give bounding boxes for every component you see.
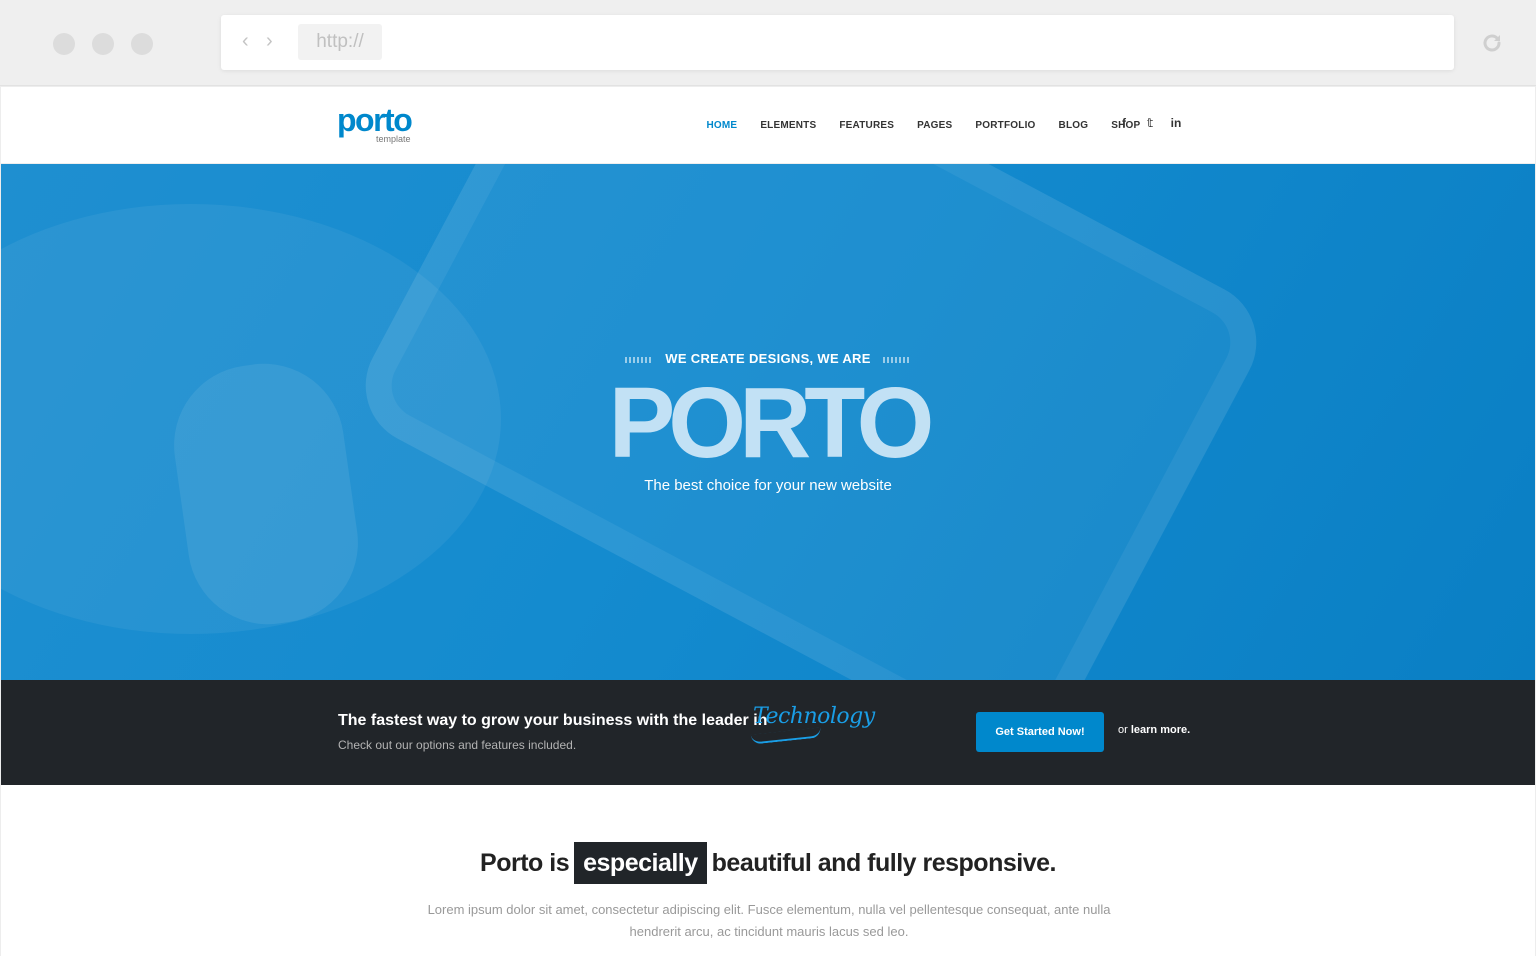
cta-script-word: Technology bbox=[753, 704, 875, 729]
url-input[interactable]: http:// bbox=[298, 24, 382, 60]
chevron-left-icon[interactable]: ‹ bbox=[242, 31, 249, 51]
menu-item-portfolio[interactable]: PORTFOLIO bbox=[964, 87, 1047, 164]
intro-paragraph: Lorem ipsum dolor sit amet, consectetur … bbox=[427, 902, 1111, 939]
linkedin-icon[interactable]: in bbox=[1169, 116, 1183, 130]
menu-item-home[interactable]: HOME bbox=[695, 87, 749, 164]
menu-item-elements[interactable]: ELEMENTS bbox=[749, 87, 828, 164]
cta-subline: Check out our options and features inclu… bbox=[338, 738, 577, 752]
menu-item-features[interactable]: FEATURES bbox=[828, 87, 906, 164]
kicker-decoration-right bbox=[882, 356, 911, 363]
get-started-button[interactable]: Get Started Now! bbox=[976, 712, 1104, 752]
hero-title: PORTO bbox=[608, 367, 935, 479]
window-dot-maximize[interactable] bbox=[131, 33, 153, 55]
cta-or-text: or bbox=[1118, 724, 1128, 736]
site-header: porto template HOME ELEMENTS FEATURES PA… bbox=[1, 87, 1535, 164]
main-menu: HOME ELEMENTS FEATURES PAGES PORTFOLIO B… bbox=[695, 87, 1152, 164]
intro-title-before: Porto is bbox=[480, 849, 570, 877]
cta-or-learn-more: or learn more. bbox=[1118, 724, 1190, 736]
learn-more-link[interactable]: learn more. bbox=[1131, 724, 1190, 736]
intro-title-highlight: especially bbox=[574, 842, 707, 884]
hero-kicker: WE CREATE DESIGNS, WE ARE bbox=[1, 351, 1535, 366]
logo-word: porto bbox=[337, 102, 413, 138]
hero-kicker-text: WE CREATE DESIGNS, WE ARE bbox=[665, 351, 871, 366]
browser-chrome: ‹ › http:// bbox=[0, 0, 1536, 86]
cta-headline: The fastest way to grow your business wi… bbox=[338, 712, 768, 729]
call-to-action-bar: The fastest way to grow your business wi… bbox=[1, 680, 1535, 785]
facebook-icon[interactable]: f bbox=[1117, 116, 1131, 130]
window-dot-close[interactable] bbox=[53, 33, 75, 55]
chevron-right-icon[interactable]: › bbox=[266, 31, 273, 51]
logo-subtitle: template bbox=[376, 134, 411, 144]
hero-subtitle: The best choice for your new website bbox=[644, 477, 892, 494]
site-logo[interactable]: porto template bbox=[337, 102, 413, 144]
twitter-icon[interactable]: 𝕥 bbox=[1143, 116, 1157, 130]
intro-title: Porto is especially beautiful and fully re… bbox=[1, 842, 1535, 884]
hero-slider: WE CREATE DESIGNS, WE ARE PORTO The best… bbox=[1, 164, 1535, 680]
intro-title-after: beautiful and fully responsive. bbox=[711, 849, 1057, 877]
menu-item-pages[interactable]: PAGES bbox=[906, 87, 964, 164]
social-links: f 𝕥 in bbox=[1117, 116, 1183, 130]
website-viewport: porto template HOME ELEMENTS FEATURES PA… bbox=[1, 87, 1535, 956]
window-dot-minimize[interactable] bbox=[92, 33, 114, 55]
address-bar[interactable]: ‹ › http:// bbox=[221, 15, 1454, 70]
reload-icon[interactable] bbox=[1480, 31, 1504, 55]
menu-item-blog[interactable]: BLOG bbox=[1047, 87, 1100, 164]
kicker-decoration-left bbox=[625, 356, 654, 363]
